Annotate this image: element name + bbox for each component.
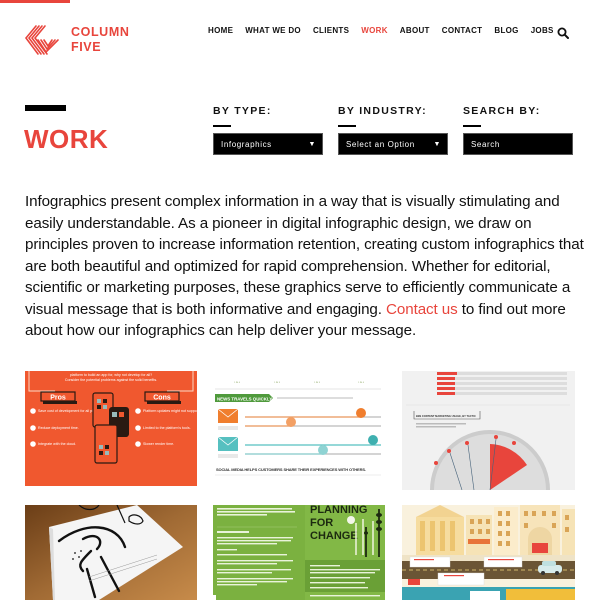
by-type-selected-value: Infographics	[221, 139, 272, 149]
brand-name-line1: COLUMN	[71, 25, 130, 39]
thumb-title-line3: CHANGE	[310, 530, 358, 542]
portfolio-item[interactable]	[25, 505, 197, 600]
thumbnail-image: B2B CONTENT MARKETING USAGE, BY TACTIC	[402, 371, 575, 490]
intro-paragraph: Infographics present complex information…	[25, 191, 585, 342]
nav-home[interactable]: HOME	[208, 26, 233, 35]
filter-search-by-label: SEARCH BY:	[463, 105, 541, 117]
nav-contact[interactable]: CONTACT	[442, 26, 483, 35]
thumbnail-image: PLANNING FOR CHANGE	[213, 505, 385, 600]
filter-by-type-label: BY TYPE:	[213, 105, 272, 117]
svg-text:1 IN 3: 1 IN 3	[274, 382, 281, 384]
filter-by-industry: BY INDUSTRY: Select an Option ▼	[338, 105, 448, 155]
thumb-header-line2: Consider the potential problems against …	[65, 378, 157, 382]
thumb-title-line2: FOR	[310, 517, 333, 529]
by-industry-select[interactable]: Select an Option ▼	[338, 133, 448, 155]
nav-clients[interactable]: CLIENTS	[313, 26, 349, 35]
search-field-wrapper	[463, 133, 573, 155]
nav-jobs[interactable]: JOBS	[531, 26, 554, 35]
thumbnail-image: 1 IN 4 1 IN 3 1 IN 3 1 IN 4 NEWS TRAVELS QU…	[213, 371, 385, 490]
nav-work[interactable]: WORK	[361, 26, 388, 35]
search-icon[interactable]	[557, 27, 569, 39]
main-nav: HOME WHAT WE DO CLIENTS WORK ABOUT CONTA…	[208, 26, 566, 35]
filter-dash	[463, 125, 481, 127]
con-item: Limited to the platform's tools.	[143, 426, 191, 430]
column-five-logo-icon	[24, 25, 59, 55]
brand-name-line2: FIVE	[71, 40, 102, 54]
intro-text: Infographics present complex information…	[25, 193, 584, 318]
filter-dash	[213, 125, 231, 127]
cons-label: Cons	[153, 395, 171, 402]
by-industry-selected-value: Select an Option	[346, 139, 415, 149]
thumbnail-image: platform to build an app for, why not de…	[25, 371, 197, 490]
thumbnail-image	[25, 505, 197, 600]
contact-us-link[interactable]: Contact us	[386, 301, 458, 318]
thumb-section-title: B2B CONTENT MARKETING USAGE, BY TACTIC	[416, 414, 476, 418]
svg-text:1 IN 4: 1 IN 4	[234, 382, 241, 384]
svg-text:1 IN 4: 1 IN 4	[358, 382, 365, 384]
logo[interactable]: COLUMN FIVE	[24, 22, 129, 58]
portfolio-item[interactable]: PLANNING FOR CHANGE	[213, 505, 385, 600]
thumb-banner: NEWS TRAVELS QUICKLY	[217, 396, 272, 401]
title-decoration-bar	[25, 105, 66, 111]
portfolio-item[interactable]: platform to build an app for, why not de…	[25, 371, 197, 490]
thumb-footer: SOCIAL MEDIA HELPS CUSTOMERS SHARE THEIR…	[216, 467, 366, 472]
filter-search-by: SEARCH BY:	[463, 105, 573, 155]
thumbnail-image	[402, 505, 575, 600]
portfolio-item[interactable]: B2B CONTENT MARKETING USAGE, BY TACTIC	[402, 371, 575, 490]
by-type-select[interactable]: Infographics ▼	[213, 133, 323, 155]
portfolio-item[interactable]: 1 IN 4 1 IN 3 1 IN 3 1 IN 4 NEWS TRAVELS QU…	[213, 371, 385, 490]
filter-by-industry-label: BY INDUSTRY:	[338, 105, 427, 117]
nav-what-we-do[interactable]: WHAT WE DO	[245, 26, 301, 35]
svg-text:1 IN 3: 1 IN 3	[314, 382, 321, 384]
caret-down-icon: ▼	[308, 140, 316, 148]
thumb-title-line1: PLANNING	[310, 505, 367, 516]
portfolio-item[interactable]	[402, 505, 575, 600]
filter-by-type: BY TYPE: Infographics ▼	[213, 105, 323, 155]
caret-down-icon: ▼	[433, 140, 441, 148]
con-item: Slower render time.	[143, 442, 174, 446]
thumb-header-line1: platform to build an app for, why not de…	[70, 373, 152, 377]
pro-item: Integrate with the cloud.	[38, 442, 76, 446]
pro-item: Reduce deployment time.	[38, 426, 79, 430]
page-title: WORK	[24, 124, 109, 154]
con-item: Platform updates might not support the f…	[143, 409, 197, 413]
search-input[interactable]	[471, 139, 566, 149]
pros-label: Pros	[50, 395, 66, 402]
filter-dash	[338, 125, 356, 127]
top-accent-bar	[0, 0, 70, 3]
nav-blog[interactable]: BLOG	[494, 26, 518, 35]
nav-about[interactable]: ABOUT	[400, 26, 430, 35]
